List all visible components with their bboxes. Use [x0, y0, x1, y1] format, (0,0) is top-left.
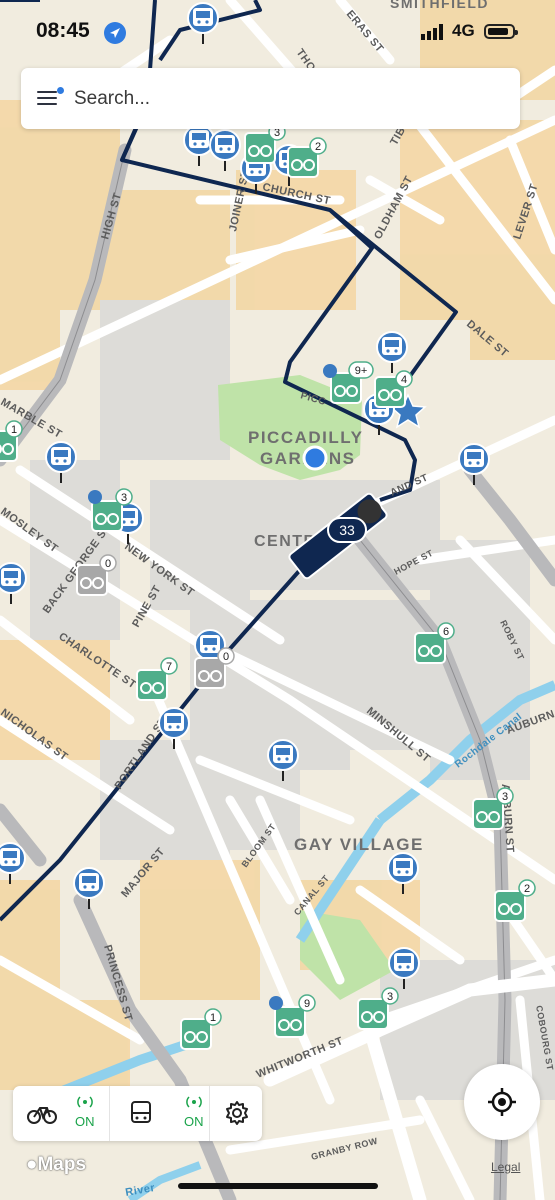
bike-count-badge: 3 [121, 492, 127, 504]
home-indicator [178, 1183, 378, 1189]
settings-button[interactable] [210, 1086, 262, 1141]
bus-stop-icon[interactable] [0, 562, 27, 604]
broadcast-icon [186, 1096, 202, 1108]
bike-dock-icon[interactable]: 7 [136, 657, 178, 701]
gear-icon [226, 1101, 248, 1125]
crosshair-icon [488, 1088, 516, 1116]
network-type: 4G [452, 21, 475, 40]
bus-stop-icon[interactable] [376, 331, 408, 373]
maps-label: Maps [37, 1154, 87, 1175]
bus-layer-status: ON [184, 1114, 204, 1129]
layer-toggle-bar: ON ON [13, 1086, 262, 1141]
place-label: GAY VILLAGE [294, 835, 424, 854]
menu-icon[interactable] [37, 87, 59, 109]
search-input[interactable] [72, 80, 496, 118]
notification-dot [57, 87, 64, 94]
maps-attribution: ●Maps [26, 1154, 86, 1176]
route-badge[interactable]: 33 [327, 517, 367, 543]
bike-count-badge: 2 [524, 883, 530, 895]
bike-count-badge: 1 [11, 424, 17, 436]
bike-count-badge: 9 [304, 998, 310, 1010]
bike-count-badge: 1 [210, 1012, 216, 1024]
bike-count-badge: 3 [387, 991, 393, 1003]
user-location-dot[interactable] [302, 445, 328, 471]
legal-link[interactable]: Legal [491, 1160, 520, 1174]
bike-dock-icon[interactable]: 9+ [323, 361, 374, 404]
bike-layer-toggle[interactable]: ON [13, 1086, 109, 1141]
bus-stop-icon[interactable] [209, 129, 241, 171]
route-number: 33 [339, 522, 355, 538]
status-bar: 08:45 4G [0, 0, 555, 62]
battery-icon [484, 24, 518, 39]
bike-count-badge: 4 [401, 374, 407, 386]
signal-bars-icon [421, 24, 443, 40]
bike-count-badge: 2 [315, 141, 321, 153]
search-bar[interactable] [21, 68, 520, 129]
bus-stop-icon[interactable] [0, 842, 26, 884]
locate-me-button[interactable] [464, 1064, 540, 1140]
bus-layer-toggle[interactable]: ON [110, 1086, 209, 1141]
broadcast-icon [77, 1096, 93, 1108]
location-arrow-icon [104, 22, 126, 44]
bike-count-badge: 3 [502, 791, 508, 803]
bike-count-badge: 9+ [355, 365, 368, 377]
bike-count-badge: 6 [443, 626, 449, 638]
apple-logo-icon: ● [26, 1154, 38, 1175]
bicycle-icon [27, 1107, 57, 1124]
street-label: River [124, 1182, 156, 1199]
status-time: 08:45 [36, 19, 90, 42]
bike-layer-status: ON [75, 1114, 95, 1129]
bike-count-badge: 7 [166, 661, 172, 673]
bike-dock-icon[interactable]: 1 [180, 1008, 222, 1050]
place-label: PICCADILLY [248, 428, 363, 447]
bus-icon [131, 1101, 151, 1123]
bike-count-badge: 0 [105, 558, 111, 570]
map-canvas[interactable]: HIGH ST JOINER ST CHURCH ST OLDHAM ST LE… [0, 0, 555, 1200]
bike-count-badge: 0 [223, 651, 229, 663]
